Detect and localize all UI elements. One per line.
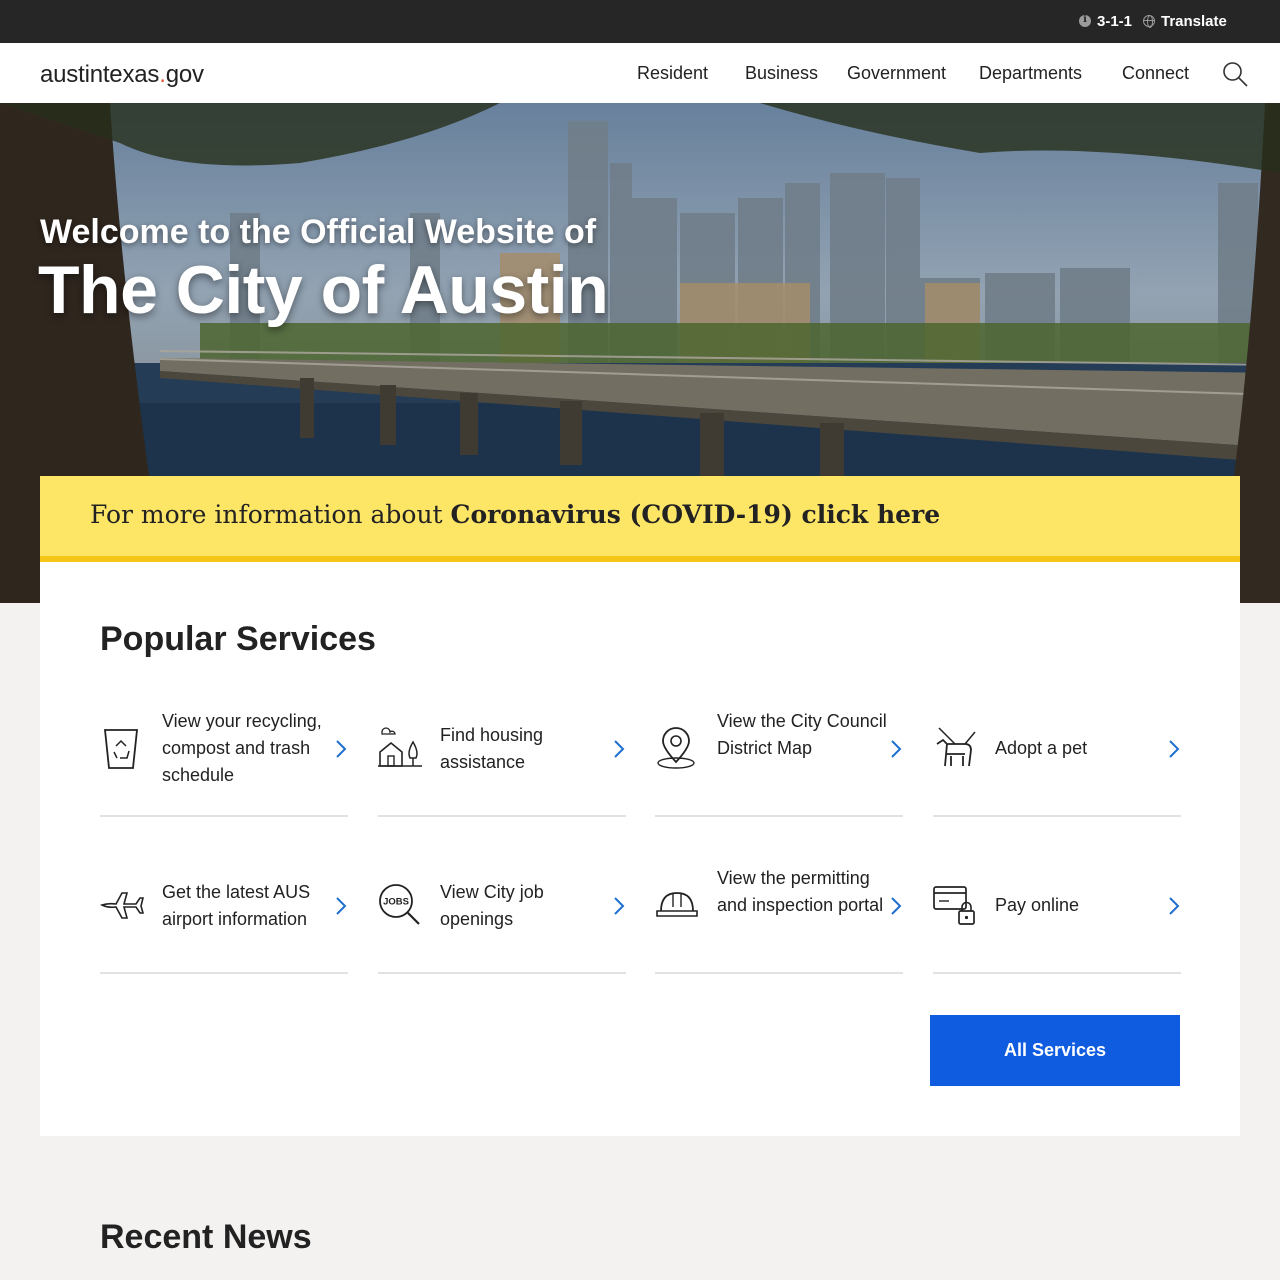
popular-services-title: Popular Services bbox=[100, 620, 376, 658]
service-label: View City job openings bbox=[440, 882, 544, 929]
chevron-right-icon bbox=[614, 897, 625, 915]
site-header: austintexas.gov Resident Business Govern… bbox=[0, 43, 1280, 103]
logo-main: austintexas bbox=[40, 61, 160, 88]
hero-title: The City of Austin bbox=[38, 252, 609, 328]
nav-connect[interactable]: Connect bbox=[1122, 63, 1189, 84]
chevron-right-icon bbox=[1169, 740, 1180, 758]
credit-card-lock-icon bbox=[933, 886, 975, 925]
popular-services-panel: Popular Services View your recycling, co… bbox=[40, 562, 1240, 1136]
covid-banner-link[interactable]: Coronavirus (COVID-19) click here bbox=[451, 500, 941, 529]
service-adopt-pet[interactable]: Adopt a pet bbox=[933, 702, 1181, 817]
service-label: Find housing assistance bbox=[440, 725, 544, 772]
translate-button[interactable]: Translate bbox=[1143, 12, 1227, 30]
service-label: View your recycling, compost and trash s… bbox=[162, 711, 322, 785]
housing-icon bbox=[378, 727, 422, 767]
site-logo[interactable]: austintexas.gov bbox=[40, 61, 204, 89]
svg-text:JOBS: JOBS bbox=[383, 897, 409, 908]
nav-government[interactable]: Government bbox=[847, 63, 946, 84]
service-airport-information[interactable]: Get the latest AUS airport information bbox=[100, 859, 348, 974]
info-icon bbox=[1079, 14, 1091, 27]
chevron-right-icon bbox=[614, 740, 625, 758]
recycle-bin-icon bbox=[104, 729, 138, 769]
service-label: Adopt a pet bbox=[995, 738, 1088, 758]
chevron-right-icon bbox=[891, 897, 902, 915]
service-label: View the permitting and inspection porta… bbox=[717, 868, 884, 915]
chevron-right-icon bbox=[1169, 897, 1180, 915]
nav-resident[interactable]: Resident bbox=[637, 63, 708, 84]
service-housing-assistance[interactable]: Find housing assistance bbox=[378, 702, 626, 817]
translate-label: Translate bbox=[1161, 12, 1227, 30]
nav-departments[interactable]: Departments bbox=[979, 63, 1082, 84]
hard-hat-icon bbox=[656, 892, 698, 917]
service-permitting-portal[interactable]: View the permitting and inspection porta… bbox=[655, 859, 903, 974]
service-recycling-schedule[interactable]: View your recycling, compost and trash s… bbox=[100, 702, 348, 817]
all-services-button[interactable]: All Services bbox=[930, 1015, 1180, 1086]
dog-icon bbox=[936, 727, 976, 767]
logo-tld: gov bbox=[165, 61, 204, 88]
globe-icon bbox=[1143, 15, 1155, 28]
map-pin-icon bbox=[657, 727, 695, 769]
recent-news-title: Recent News bbox=[100, 1218, 312, 1256]
service-pay-online[interactable]: Pay online bbox=[933, 859, 1181, 974]
service-label: Get the latest AUS airport information bbox=[162, 882, 311, 929]
covid-banner-text: For more information about Coronavirus (… bbox=[90, 500, 940, 529]
nav-business[interactable]: Business bbox=[745, 63, 818, 84]
phone-311-label: 3-1-1 bbox=[1097, 12, 1133, 30]
phone-311-link[interactable]: 3-1-1 bbox=[1079, 12, 1132, 30]
chevron-right-icon bbox=[336, 897, 347, 915]
service-council-district-map[interactable]: View the City Council District Map bbox=[655, 702, 903, 817]
covid-banner[interactable]: For more information about Coronavirus (… bbox=[40, 476, 1240, 562]
search-icon[interactable] bbox=[1222, 61, 1248, 87]
service-label: Pay online bbox=[995, 895, 1080, 915]
service-label: View the City Council District Map bbox=[717, 711, 887, 758]
covid-banner-prefix: For more information about bbox=[90, 500, 451, 529]
chevron-right-icon bbox=[891, 740, 902, 758]
utility-bar: 3-1-1 Translate bbox=[0, 0, 1280, 43]
chevron-right-icon bbox=[336, 740, 347, 758]
jobs-search-icon: JOBS bbox=[379, 884, 420, 925]
service-job-openings[interactable]: JOBS View City job openings bbox=[378, 859, 626, 974]
hero-subtitle: Welcome to the Official Website of bbox=[40, 213, 597, 251]
airplane-icon bbox=[100, 892, 144, 919]
